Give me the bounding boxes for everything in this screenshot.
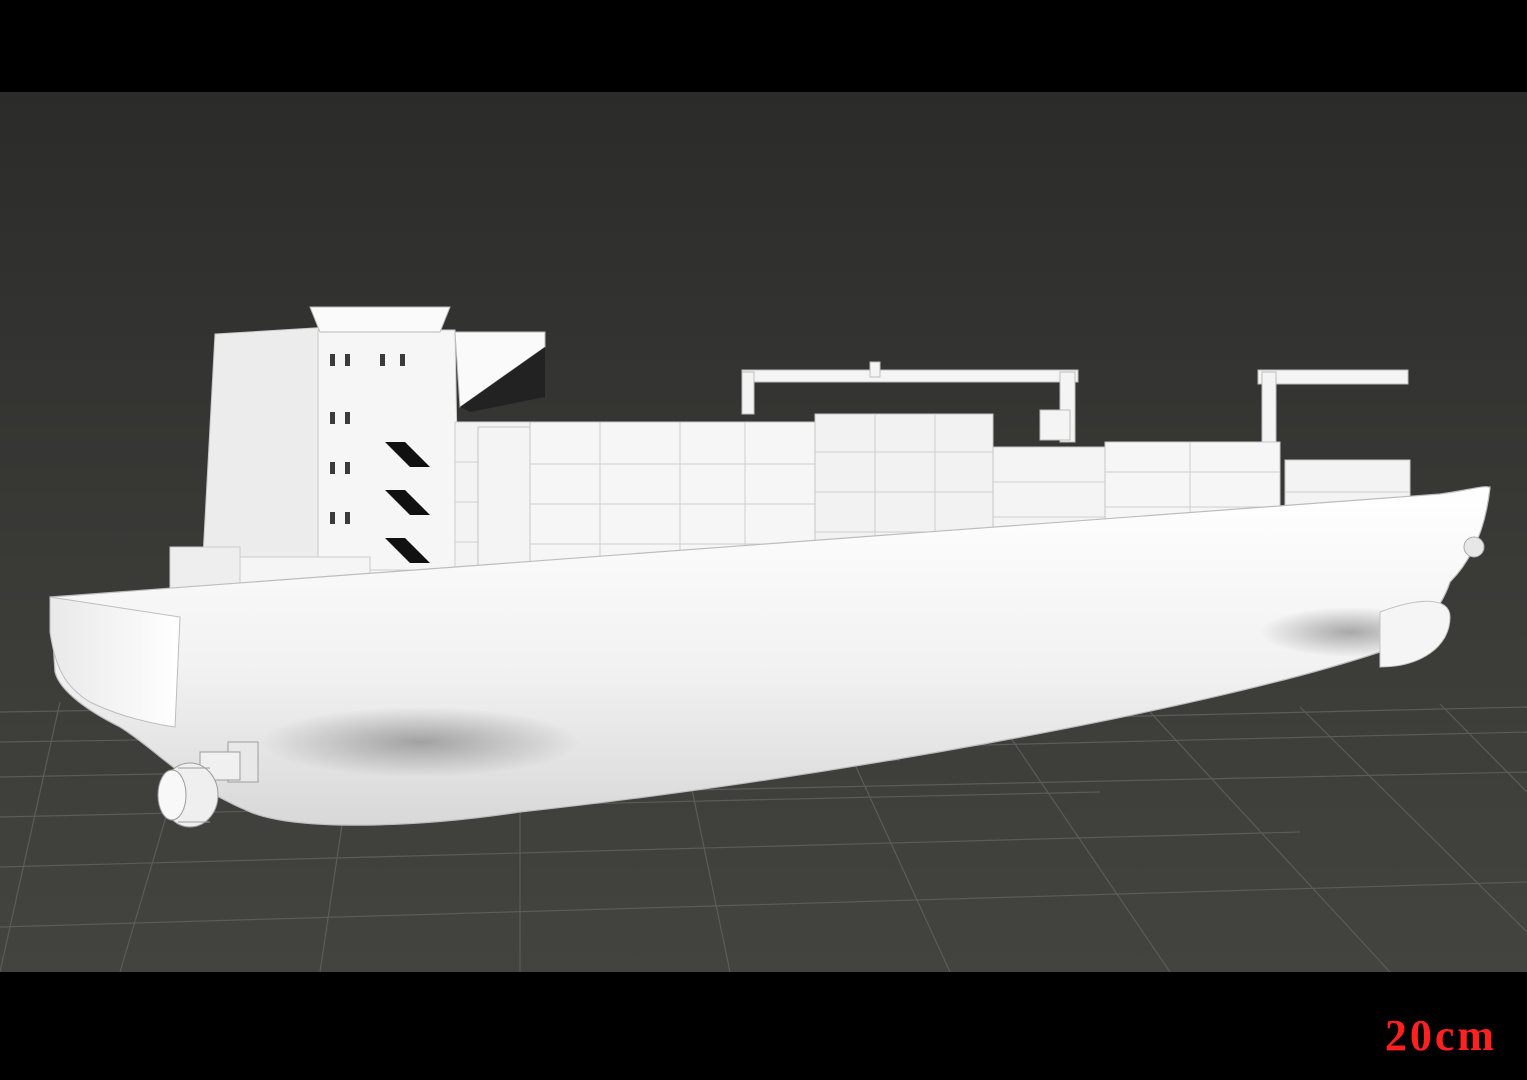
- top-letterbox-bar: [0, 0, 1527, 92]
- scale-label: 20cm: [1384, 1011, 1497, 1060]
- bottom-letterbox-bar: [0, 972, 1527, 1080]
- container-ship-model: [49, 306, 1491, 828]
- viewport-scene: [0, 306, 1527, 972]
- 3d-viewport[interactable]: [0, 92, 1527, 972]
